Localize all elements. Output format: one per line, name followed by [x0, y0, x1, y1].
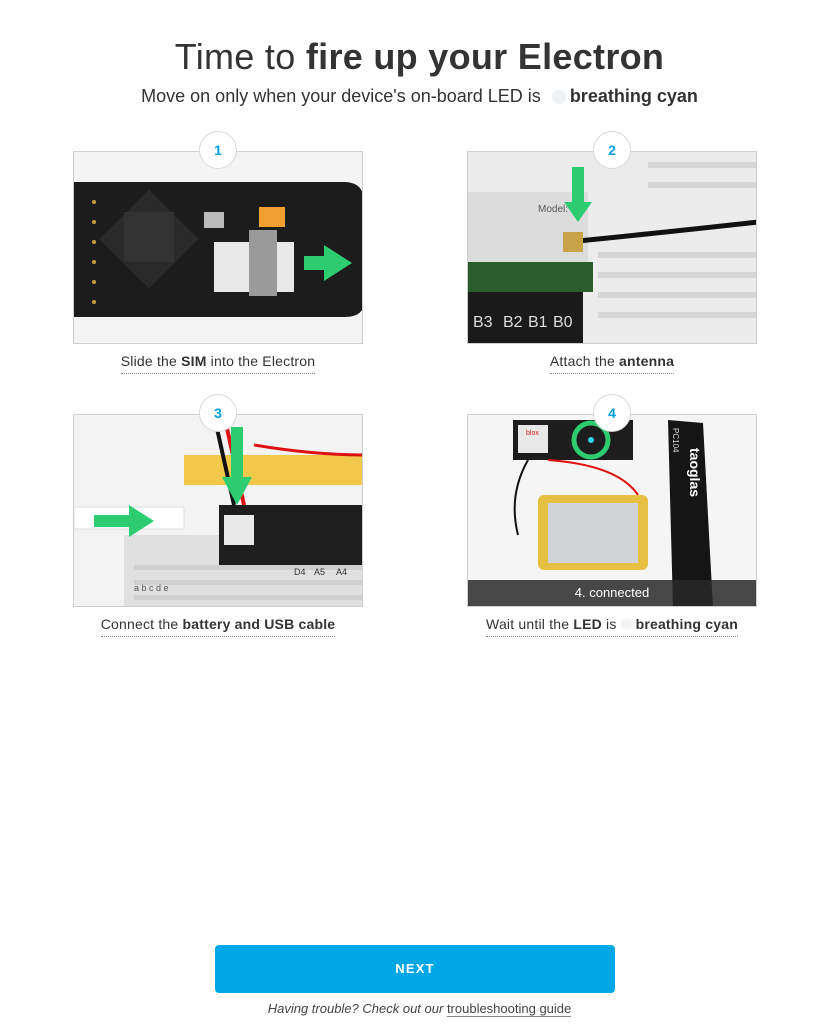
antenna-brand: taoglas: [687, 448, 703, 497]
pin-label: A5: [314, 567, 325, 577]
chip-label: blox: [526, 430, 539, 437]
subtitle-text: Move on only when your device's on-board…: [141, 86, 541, 106]
pin-label: B1: [528, 314, 548, 331]
step-number-badge: 2: [593, 131, 631, 169]
subtitle-bold: breathing cyan: [569, 86, 698, 106]
led-indicator-icon: [551, 90, 566, 104]
pin-label: D4: [294, 567, 306, 577]
pin-label: B2: [503, 314, 523, 331]
step-number-badge: 1: [199, 131, 237, 169]
next-button[interactable]: NEXT: [215, 945, 615, 993]
step-photo-led: taoglas PC104 blox 4. connected: [467, 414, 757, 607]
row-labels: a b c d e: [134, 583, 169, 593]
connection-status-overlay: 4. connected: [468, 580, 756, 606]
module-label: Model:: [538, 204, 568, 215]
step-number-badge: 3: [199, 394, 237, 432]
title-bold: fire up your Electron: [305, 36, 665, 77]
step-photo-battery-usb: D4 A5 A4 a b c d e: [73, 414, 363, 607]
step-caption: Connect the battery and USB cable: [73, 616, 363, 637]
pin-label: B0: [553, 314, 573, 331]
step-caption: Attach the antenna: [467, 353, 757, 374]
pin-label: B3: [473, 314, 493, 331]
led-indicator-icon: [620, 618, 633, 630]
troubleshooting-link[interactable]: troubleshooting guide: [446, 1001, 572, 1017]
pin-label: A4: [336, 567, 347, 577]
page-subtitle: Move on only when your device's on-board…: [0, 86, 839, 107]
step-photo-antenna: B3 B2 B1 B0 Model:: [467, 151, 757, 344]
step-number-badge: 4: [593, 394, 631, 432]
step-photo-sim: [73, 151, 363, 344]
step-caption: Wait until the LED is breathing cyan: [467, 616, 757, 637]
help-text: Having trouble? Check out our troublesho…: [267, 1001, 572, 1017]
antenna-part: PC104: [671, 428, 680, 453]
title-prefix: Time to: [174, 36, 306, 77]
page-title: Time to fire up your Electron: [0, 36, 839, 78]
step-caption: Slide the SIM into the Electron: [73, 353, 363, 374]
svg-text:B3: B3: [473, 314, 493, 331]
